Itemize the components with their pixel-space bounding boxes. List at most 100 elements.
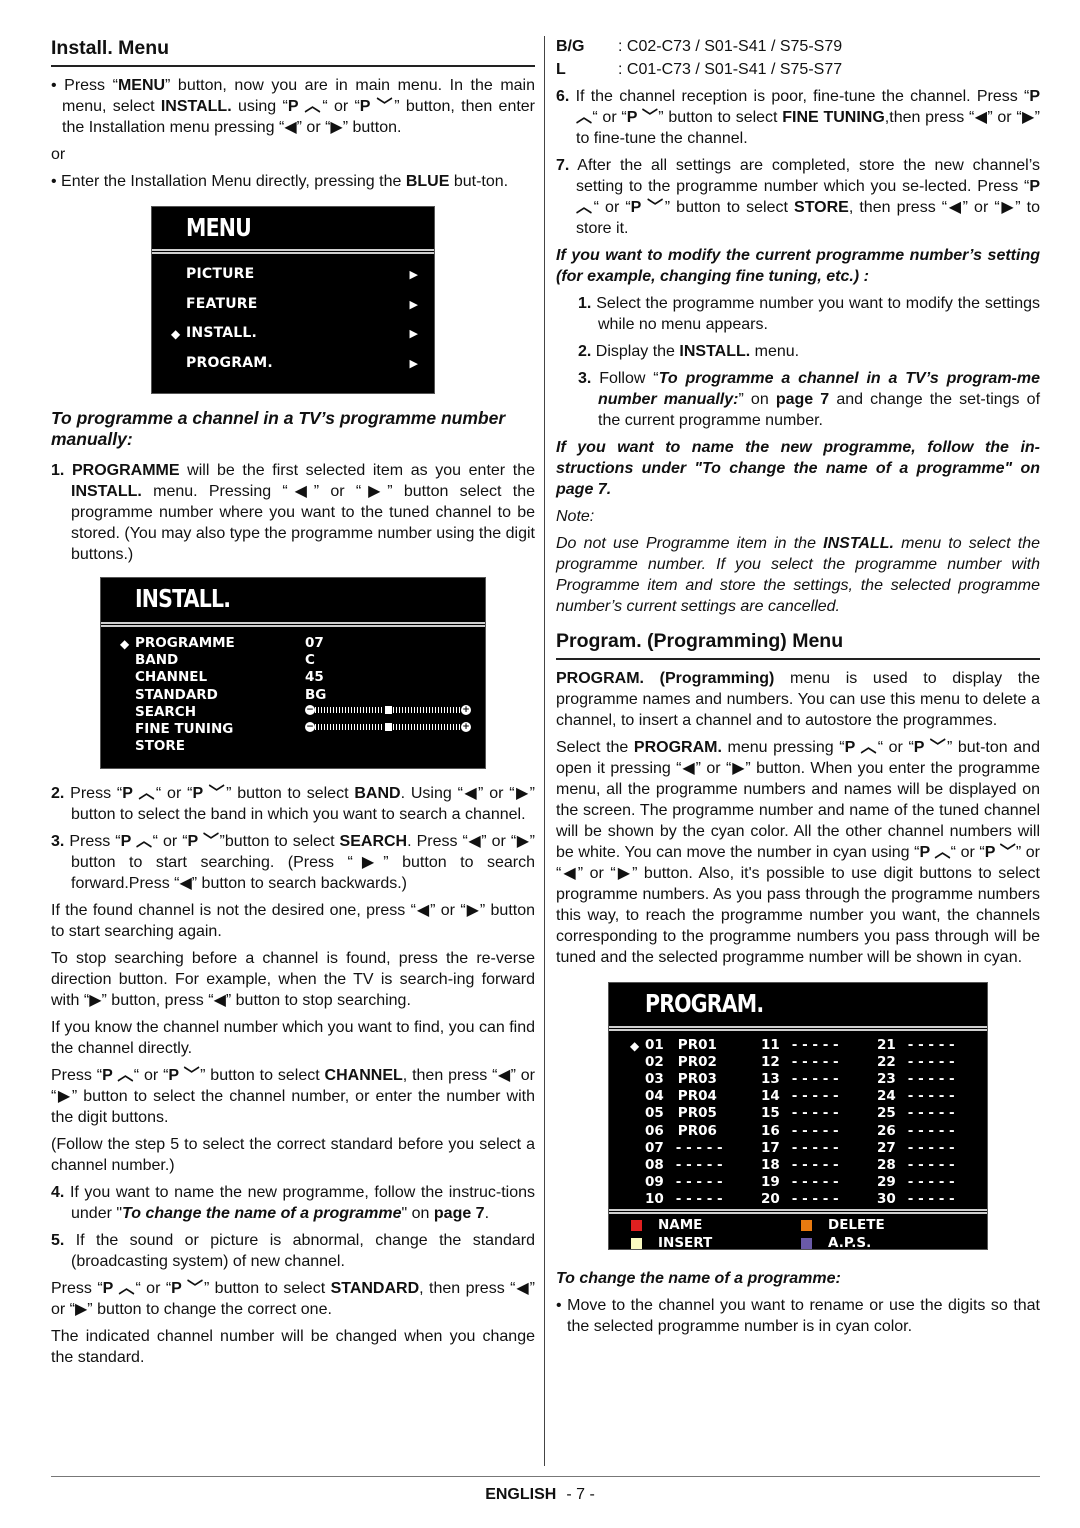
program-name: - - - - - [907, 1173, 955, 1190]
program-number: 04 [645, 1088, 664, 1105]
program-entry: 12 - - - - - [761, 1052, 839, 1070]
right-column: B/G: C02-C73 / S01-S41 / S75-S79 L: C01-… [556, 36, 1040, 1343]
program-entry: 06 PR06 [645, 1121, 717, 1139]
color-key-icon [801, 1220, 812, 1231]
osd-double-rule [101, 622, 485, 627]
program-number: 20 [761, 1190, 780, 1207]
install-row-standard: STANDARD BG [135, 685, 475, 703]
program-number: 07 [645, 1139, 664, 1156]
text-span: Press “ [64, 77, 118, 94]
program-name: PR03 [677, 1071, 717, 1088]
install-row-search: SEARCH − + [135, 702, 475, 720]
program-name: - - - - - [675, 1139, 723, 1156]
column-divider [544, 36, 545, 1466]
text-span: menu. [750, 343, 800, 360]
program-entry: 24 - - - - - [877, 1086, 955, 1105]
text-span: “ or “ [152, 833, 188, 850]
text-span: INSTALL. [71, 483, 142, 500]
color-key-icon [801, 1238, 812, 1249]
program-number: 09 [645, 1173, 664, 1190]
program-entry: 16 - - - - - [761, 1121, 839, 1139]
text-span: ” button to select [664, 199, 795, 216]
intro-bullet-2: • Enter the Installation Menu directly, … [51, 173, 509, 190]
text-span: Enter the Installation Menu directly, pr… [61, 173, 406, 190]
program-number: 29 [877, 1173, 896, 1190]
text-span: Press “ [51, 1067, 103, 1084]
program-name: - - - - - [791, 1190, 839, 1207]
program-name: - - - - - [907, 1088, 955, 1105]
program-name: PR01 [677, 1037, 717, 1053]
color-key-icon [631, 1220, 642, 1231]
text-span: : C01-C73 / S01-S41 / S75-S77 [618, 61, 843, 78]
program-entry: 22 - - - - - [877, 1052, 955, 1071]
program-number: 15 [761, 1105, 780, 1122]
text-span: BLUE [405, 173, 450, 190]
text-span: “ or “ [133, 1067, 169, 1084]
text-span: P ﹀ [171, 1280, 204, 1297]
menu-item-feature: FEATURE [186, 295, 258, 312]
text-span: ” on [738, 391, 776, 408]
text-span: If the sound or picture is abnormal, cha… [64, 1232, 535, 1270]
tuning-slider[interactable]: − + [305, 722, 471, 732]
text-span: If the channel reception is poor, fine-t… [569, 88, 1030, 105]
text-span: using “ [231, 98, 288, 115]
text-span: STANDARD [330, 1280, 420, 1297]
modify-step-2: 2. Display the INSTALL. menu. [556, 341, 1040, 362]
program-entry: 27 - - - - - [877, 1138, 955, 1156]
name-programme-heading: If you want to name the new programme, f… [556, 439, 1040, 498]
para-follow-step5: (Follow the step 5 to select the correct… [51, 1136, 535, 1174]
program-name: - - - - - [791, 1156, 839, 1173]
plus-icon: + [461, 722, 471, 732]
text-span: menu pressing “ [721, 739, 845, 756]
page-link: page 7 [433, 1205, 485, 1222]
text-span: “ or “ [322, 98, 360, 115]
range-row-bg: B/G: C02-C73 / S01-S41 / S75-S79 [556, 36, 1040, 57]
step-6: 6. If the channel reception is poor, fin… [556, 86, 1040, 149]
install-menu-osd: INSTALL. PROGRAMME 07 ◆ BAND C CHANNEL 45 STAND… [100, 577, 486, 769]
program-number: 08 [645, 1156, 664, 1173]
text-span: P ﹀ [984, 844, 1016, 861]
program-number: 22 [877, 1054, 896, 1071]
program-number: 10 [645, 1190, 664, 1207]
footer-language: ENGLISH [485, 1486, 557, 1503]
install-row-label: STORE [135, 738, 186, 755]
install-row-programme: PROGRAMME 07 ◆ [120, 633, 475, 651]
program-entry: 25 - - - - - [877, 1103, 955, 1121]
legend-aps: A.P.S. [801, 1233, 871, 1254]
program-entry: 04 PR04 [645, 1086, 717, 1105]
install-row-channel: CHANNEL 45 [135, 667, 475, 685]
text-span: P ﹀ [630, 199, 665, 216]
intro-bullet-1: • Press “MENU” button, now you are in ma… [51, 77, 536, 136]
program-entry: 07 - - - - - [645, 1138, 723, 1156]
tuning-slider[interactable]: − + [305, 704, 471, 715]
program-name: - - - - - [675, 1156, 723, 1173]
text-span: PROGRAM. [633, 739, 722, 756]
text-span: P ︿ [102, 1280, 136, 1297]
text-span: CHANNEL [324, 1067, 403, 1084]
program-name: - - - - - [675, 1190, 723, 1207]
program-name: - - - - - [907, 1037, 955, 1053]
modify-step-1: 1. Select the programme number you want … [556, 293, 1040, 335]
program-entry: 03 PR03 [645, 1069, 717, 1088]
text-span: will be the first selected item as you e… [179, 462, 535, 479]
step-3: 3. Press “P ︿“ or “P ﹀”button to select … [51, 831, 535, 894]
text-span: Do not use Programme item in the [556, 535, 824, 552]
program-entry: 08 - - - - - [645, 1155, 723, 1173]
step-2: 2. Press “P ︿“ or “P ﹀” button to select… [51, 783, 535, 825]
modify-step-3: 3. Follow “To programme a channel in a T… [556, 368, 1040, 431]
program-number: 18 [761, 1156, 780, 1173]
program-entry: 02 PR02 [645, 1052, 717, 1070]
text-span: Follow “ [591, 370, 659, 387]
program-entry: 26 - - - - - [877, 1121, 955, 1139]
text-span: After the all settings are completed, st… [569, 157, 1040, 195]
text-span: STORE [794, 199, 849, 216]
minus-icon: − [305, 722, 315, 732]
page-footer: ENGLISH - 7 - [0, 1484, 1080, 1505]
text-span: . [484, 1205, 490, 1222]
text-span: ” button to select [226, 785, 355, 802]
install-row-store: STORE [135, 736, 475, 754]
minus-icon: − [305, 704, 315, 715]
para-indicated-channel: The indicated channel number will be cha… [51, 1328, 535, 1366]
program-name: - - - - - [907, 1139, 955, 1156]
program-number: 27 [877, 1139, 896, 1156]
